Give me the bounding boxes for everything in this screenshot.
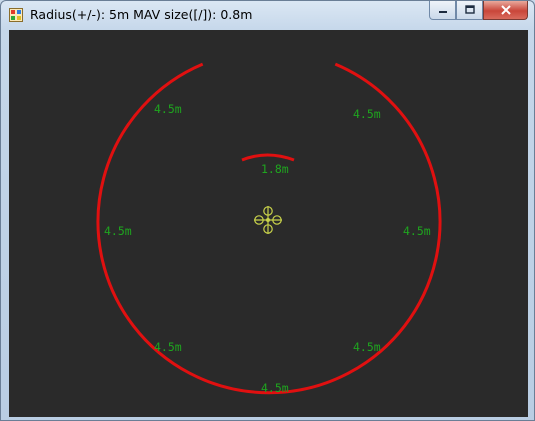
distance-label-left: 4.5m bbox=[104, 224, 132, 238]
distance-label-bottom-right: 4.5m bbox=[353, 340, 381, 354]
app-window-icon bbox=[9, 8, 23, 22]
app-window: Radius(+/-): 5m MAV size([/]): 0.8m 4.5m… bbox=[0, 0, 535, 421]
distance-label-top-left: 4.5m bbox=[154, 102, 182, 116]
distance-label-right: 4.5m bbox=[403, 224, 431, 238]
window-title: Radius(+/-): 5m MAV size([/]): 0.8m bbox=[30, 7, 253, 22]
minimize-button[interactable] bbox=[429, 1, 456, 20]
outer-radius-arc bbox=[96, 62, 442, 395]
title-bar[interactable]: Radius(+/-): 5m MAV size([/]): 0.8m bbox=[1, 1, 534, 29]
maximize-icon bbox=[464, 5, 475, 14]
maximize-button[interactable] bbox=[456, 1, 483, 20]
window-controls bbox=[429, 1, 528, 21]
quadcopter-icon bbox=[254, 206, 282, 234]
minimize-icon bbox=[438, 11, 447, 13]
radar-view[interactable]: 4.5m 4.5m 1.8m 4.5m 4.5m 4.5m 4.5m 4.5m bbox=[9, 30, 528, 417]
distance-label-inner: 1.8m bbox=[261, 162, 289, 176]
distance-label-top-right: 4.5m bbox=[353, 107, 381, 121]
close-icon bbox=[500, 5, 511, 15]
close-button[interactable] bbox=[483, 1, 528, 20]
distance-label-bottom: 4.5m bbox=[261, 381, 289, 395]
distance-label-bottom-left: 4.5m bbox=[154, 340, 182, 354]
radar-canvas: 4.5m 4.5m 1.8m 4.5m 4.5m 4.5m 4.5m 4.5m bbox=[96, 62, 442, 395]
inner-obstacle-arc bbox=[241, 153, 295, 162]
